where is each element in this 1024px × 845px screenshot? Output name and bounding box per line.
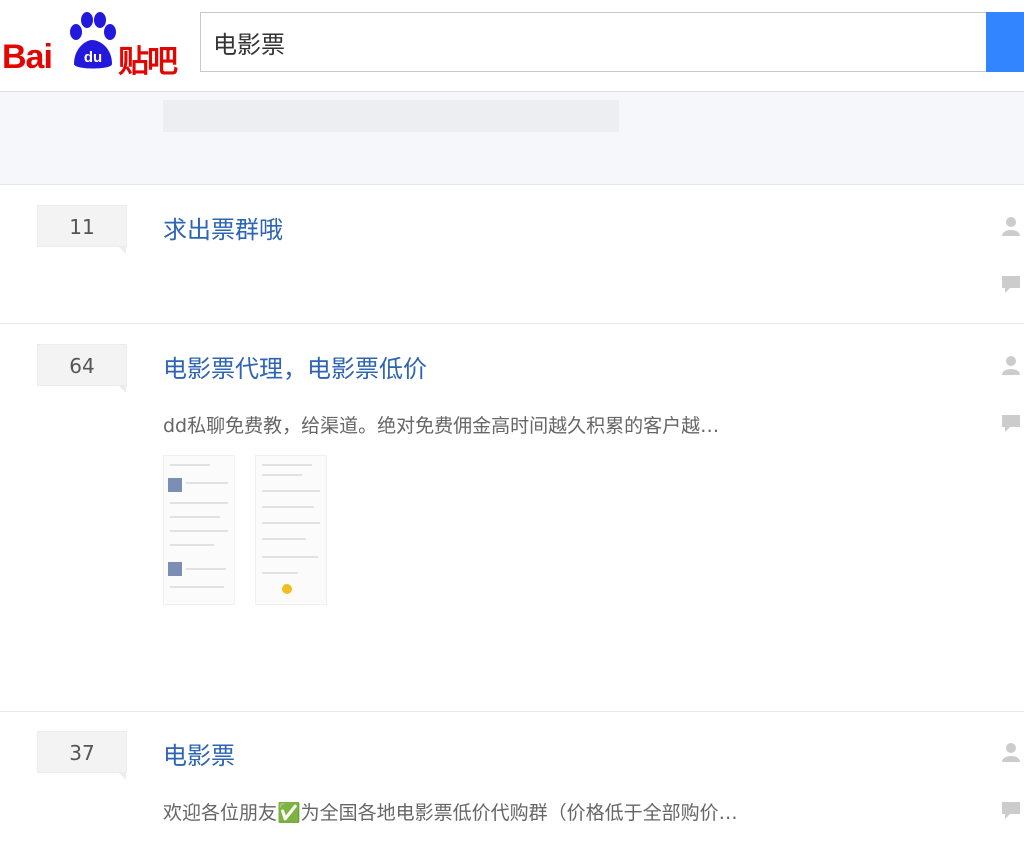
reply-count-badge: 37 xyxy=(37,731,127,780)
thumbnail-image[interactable] xyxy=(255,455,327,605)
search-input[interactable] xyxy=(201,13,987,71)
search-button[interactable] xyxy=(986,12,1024,72)
reply-count-badge: 11 xyxy=(37,205,127,254)
baidu-tieba-logo[interactable]: Bai du 贴吧 xyxy=(0,8,190,80)
comment-icon xyxy=(1002,415,1020,432)
thumbnail-image[interactable] xyxy=(163,455,235,605)
thread-item[interactable]: 11 求出票群哦 xyxy=(0,186,1024,324)
search-box xyxy=(200,12,988,72)
top-band xyxy=(0,92,1024,185)
thread-item[interactable]: 37 电影票 欢迎各位朋友✅为全国各地电影票低价代购群（价格低于全部购价… xyxy=(0,712,1024,845)
user-icon xyxy=(1002,356,1020,375)
logo-bai-text: Bai xyxy=(2,38,53,76)
logo-tieba-text: 贴吧 xyxy=(118,44,178,80)
thread-item[interactable]: 64 电影票代理，电影票低价 dd私聊免费教，给渠道。绝对免费佣金高时间越久积累… xyxy=(0,325,1024,712)
baidu-paw-icon: du xyxy=(70,12,116,69)
blurred-banner xyxy=(163,100,619,132)
logo-du-text: du xyxy=(84,49,102,66)
comment-icon xyxy=(1002,802,1020,819)
thread-summary: 欢迎各位朋友✅为全国各地电影票低价代购群（价格低于全部购价… xyxy=(163,802,738,824)
header-bar: Bai du 贴吧 xyxy=(0,0,1024,92)
comment-icon xyxy=(1002,276,1020,293)
reply-count-badge: 64 xyxy=(37,344,127,393)
user-icon xyxy=(1002,217,1020,236)
thread-thumbnails[interactable] xyxy=(163,455,333,605)
thread-title-link[interactable]: 求出票群哦 xyxy=(163,210,283,245)
thread-title-link[interactable]: 电影票代理，电影票低价 xyxy=(163,349,427,384)
user-icon xyxy=(1002,743,1020,762)
thread-title-link[interactable]: 电影票 xyxy=(163,736,235,771)
thread-summary: dd私聊免费教，给渠道。绝对免费佣金高时间越久积累的客户越… xyxy=(163,415,720,437)
